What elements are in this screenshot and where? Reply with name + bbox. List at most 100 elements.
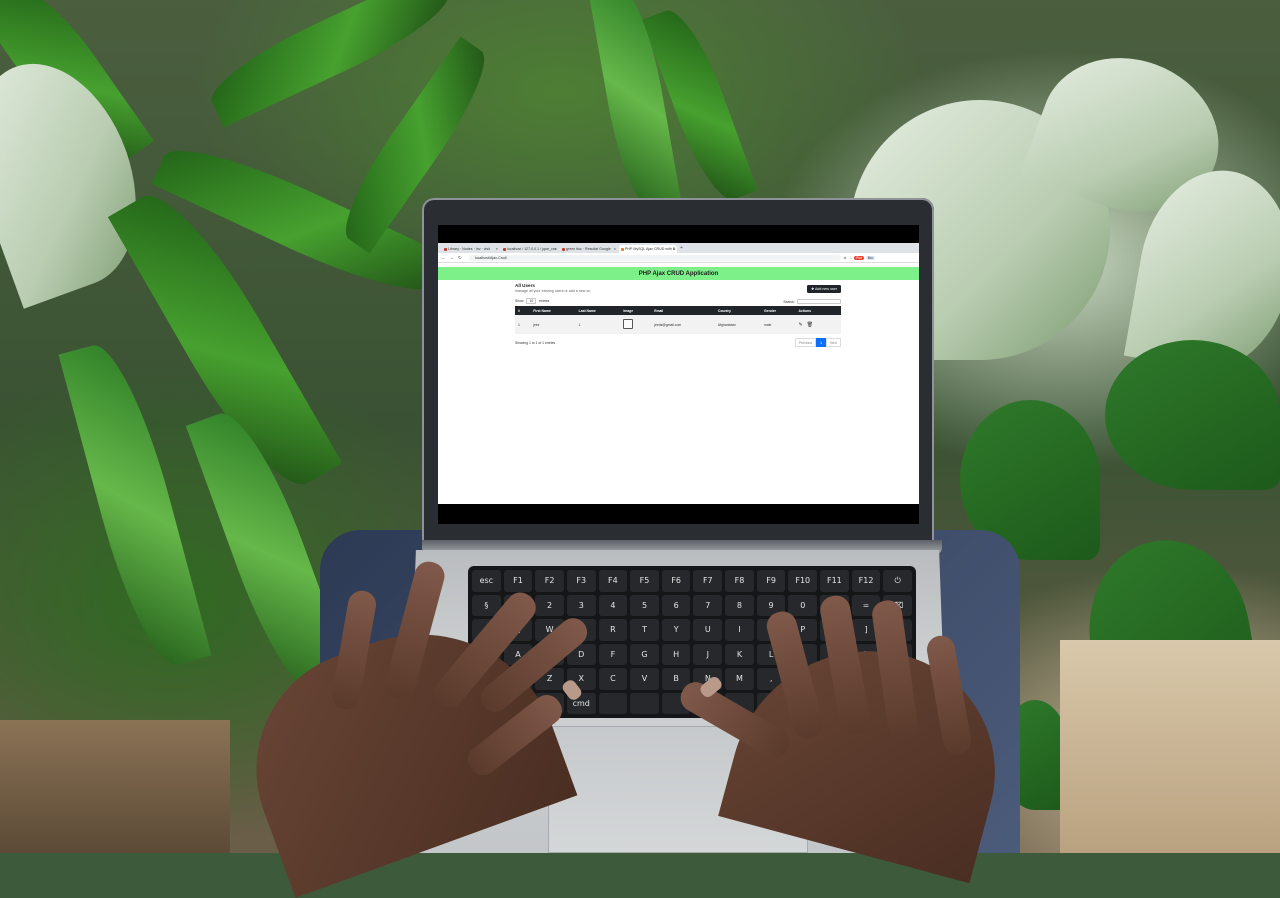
keyboard-key[interactable]: F4: [598, 570, 628, 592]
close-icon[interactable]: ×: [614, 246, 616, 251]
cell-email: jeeds@gmail.com: [651, 315, 715, 334]
profile-badge[interactable]: Pon: [854, 255, 864, 260]
keyboard-key[interactable]: F3: [566, 570, 596, 592]
keyboard-key[interactable]: M: [725, 668, 754, 690]
column-header[interactable]: Gender: [761, 306, 796, 315]
column-header[interactable]: Image: [620, 306, 651, 315]
keyboard-key[interactable]: 0: [788, 594, 818, 616]
section-title: All Users: [515, 283, 535, 288]
keyboard-key[interactable]: F8: [725, 570, 754, 592]
address-bar: ← → ↻ localhost/Ajax-Crud/ ⧉ ☆ Pon Bro: [438, 253, 919, 263]
browser-tab[interactable]: Library · Nodes · Inv · visit ×: [442, 245, 500, 253]
keyboard-key[interactable]: F12: [851, 570, 881, 592]
back-icon[interactable]: ←: [441, 255, 446, 260]
next-page-button[interactable]: Next: [826, 338, 841, 347]
browser-tab[interactable]: green bkc · Resultat Google ×: [560, 245, 618, 253]
browser-tab-active[interactable]: PHP MySQL Ajax CRUD with D ×: [619, 245, 677, 253]
table-footer: Showing 1 to 1 of 1 entries Previous 1 N…: [515, 338, 841, 347]
column-header[interactable]: Email: [651, 306, 715, 315]
add-user-button[interactable]: ✚ Add new user: [807, 285, 841, 293]
laptop-screen: Library · Nodes · Inv · visit × localhost…: [438, 243, 919, 504]
wooden-crate: [0, 720, 230, 853]
cell-id: 1: [515, 315, 531, 334]
keyboard-key[interactable]: F11: [820, 570, 849, 592]
keyboard-key[interactable]: F5: [630, 570, 659, 592]
keyboard-key[interactable]: F1: [503, 570, 533, 592]
leaf: [58, 336, 212, 674]
keyboard-key[interactable]: F2: [535, 570, 564, 592]
keyboard-key[interactable]: F: [598, 643, 628, 665]
favicon-icon: [562, 247, 565, 251]
table-tools: Show 10 entries Search:: [515, 298, 841, 304]
column-header[interactable]: Last Name: [576, 306, 621, 315]
cell-image: [620, 315, 652, 334]
keyboard-key[interactable]: I: [725, 619, 754, 641]
keyboard-key[interactable]: R: [598, 619, 628, 641]
column-header[interactable]: First Name: [530, 306, 575, 315]
tab-label: Library · Nodes · Inv · visit: [448, 247, 490, 251]
keyboard-key[interactable]: C: [598, 668, 628, 690]
users-panel: All Users manage all your existing users…: [515, 283, 841, 347]
cell-actions: ✎ 🗑: [795, 315, 841, 334]
favicon-icon: [444, 247, 447, 251]
star-icon[interactable]: ☆: [849, 256, 852, 260]
keyboard-key[interactable]: [598, 692, 628, 714]
column-header[interactable]: #: [515, 306, 530, 315]
cell-last-name: 1: [575, 315, 621, 334]
keyboard-key[interactable]: F7: [693, 570, 723, 592]
keyboard-key[interactable]: Y: [661, 619, 691, 641]
table-row: 1 jeez 1 jeeds@gmail.com Afghanistan mal…: [515, 315, 841, 334]
keyboard-key[interactable]: U: [693, 619, 723, 641]
url-input[interactable]: localhost/Ajax-Crud/: [468, 254, 841, 261]
keyboard-key[interactable]: 6: [661, 594, 691, 616]
keyboard-key[interactable]: 2: [535, 594, 564, 616]
column-header: Actions: [798, 308, 811, 313]
new-tab-button[interactable]: +: [680, 245, 683, 251]
tab-label: green bkc · Resultat Google: [566, 247, 611, 251]
extensions-icon[interactable]: ⧉: [844, 256, 846, 260]
keyboard-key[interactable]: 4: [598, 594, 628, 616]
keyboard-key[interactable]: F6: [661, 570, 691, 592]
cell-first-name: jeez: [530, 315, 576, 334]
column-header[interactable]: Country: [715, 306, 761, 315]
search-label: Search:: [783, 299, 795, 304]
favicon-icon: [621, 247, 624, 251]
keyboard-key[interactable]: 7: [693, 594, 723, 616]
previous-page-button[interactable]: Previous: [794, 338, 817, 347]
trash-icon[interactable]: 🗑: [807, 322, 813, 328]
keyboard-key[interactable]: H: [661, 643, 691, 665]
table-header-row: # First Name Last Name Image Email Count…: [515, 306, 841, 315]
keyboard-key[interactable]: 8: [725, 594, 754, 616]
keyboard-key[interactable]: esc: [472, 570, 501, 592]
keyboard-key[interactable]: F10: [788, 570, 818, 592]
keyboard-key[interactable]: G: [630, 643, 659, 665]
keyboard-key[interactable]: [630, 692, 659, 714]
keyboard-key[interactable]: 3: [566, 594, 596, 616]
keyboard-key[interactable]: T: [630, 619, 659, 641]
entries-select[interactable]: 10: [526, 298, 537, 304]
section-subtitle: manage all your existing users or add a …: [515, 289, 591, 293]
keyboard-key[interactable]: V: [630, 668, 659, 690]
keyboard-key[interactable]: J: [693, 643, 723, 665]
leaf: [1105, 340, 1280, 490]
close-icon[interactable]: ×: [496, 246, 498, 251]
edit-icon[interactable]: ✎: [799, 322, 803, 328]
user-image-thumbnail: [623, 319, 634, 329]
keyboard-key[interactable]: ⏻: [883, 570, 912, 592]
close-icon[interactable]: ×: [673, 246, 675, 251]
relaunch-badge[interactable]: Bro: [865, 255, 875, 260]
keyboard-key[interactable]: F9: [756, 570, 786, 592]
keyboard-key[interactable]: K: [725, 643, 754, 665]
page-1-button[interactable]: 1: [816, 338, 827, 347]
search-input[interactable]: [797, 299, 841, 304]
add-user-label: Add new user: [815, 287, 837, 291]
keyboard-key[interactable]: 5: [630, 594, 659, 616]
users-table: # First Name Last Name Image Email Count…: [515, 306, 841, 334]
forward-icon[interactable]: →: [450, 255, 455, 260]
close-icon[interactable]: ×: [555, 246, 557, 251]
pagination: Previous 1 Next: [794, 338, 841, 347]
reload-icon[interactable]: ↻: [458, 255, 462, 261]
browser-tab[interactable]: localhost / 127.0.0.1 / jque_cru ×: [501, 245, 559, 253]
wooden-floor: [1060, 640, 1280, 853]
app-header: PHP Ajax CRUD Application: [438, 267, 919, 280]
